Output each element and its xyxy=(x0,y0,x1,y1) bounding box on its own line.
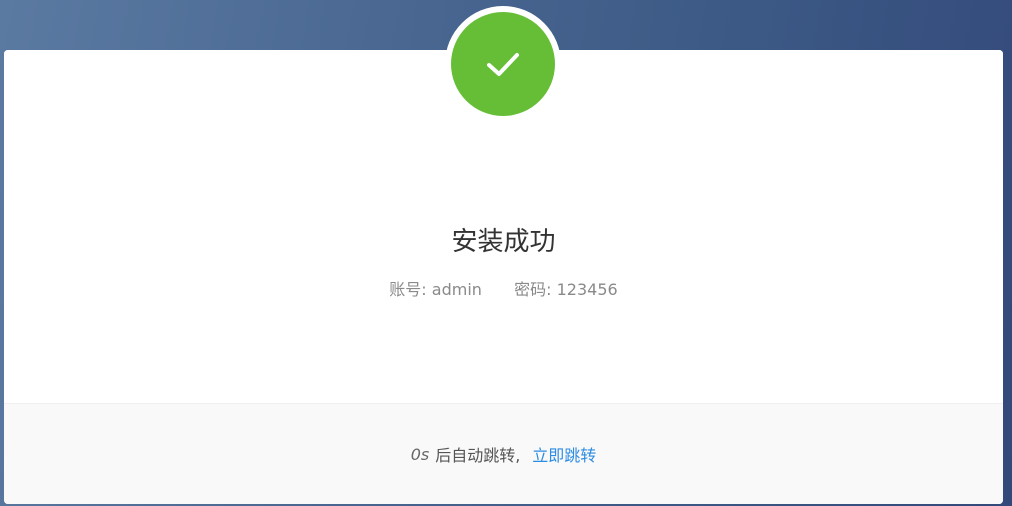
page-title: 安装成功 xyxy=(451,227,556,257)
countdown-seconds: 0s xyxy=(410,444,430,464)
password-value: 123456 xyxy=(556,280,618,299)
account-value: admin xyxy=(431,280,482,299)
check-icon xyxy=(487,53,519,76)
redirect-text: 后自动跳转, xyxy=(435,446,521,465)
success-badge xyxy=(445,6,561,122)
success-circle xyxy=(451,12,555,116)
redirect-now-link[interactable]: 立即跳转 xyxy=(532,442,596,466)
account-label: 账号: xyxy=(389,280,427,299)
credentials: 账号: admin 密码: 123456 xyxy=(4,278,1003,302)
card-footer: 0s 后自动跳转, 立即跳转 xyxy=(4,403,1003,504)
password-label: 密码: xyxy=(514,280,552,299)
